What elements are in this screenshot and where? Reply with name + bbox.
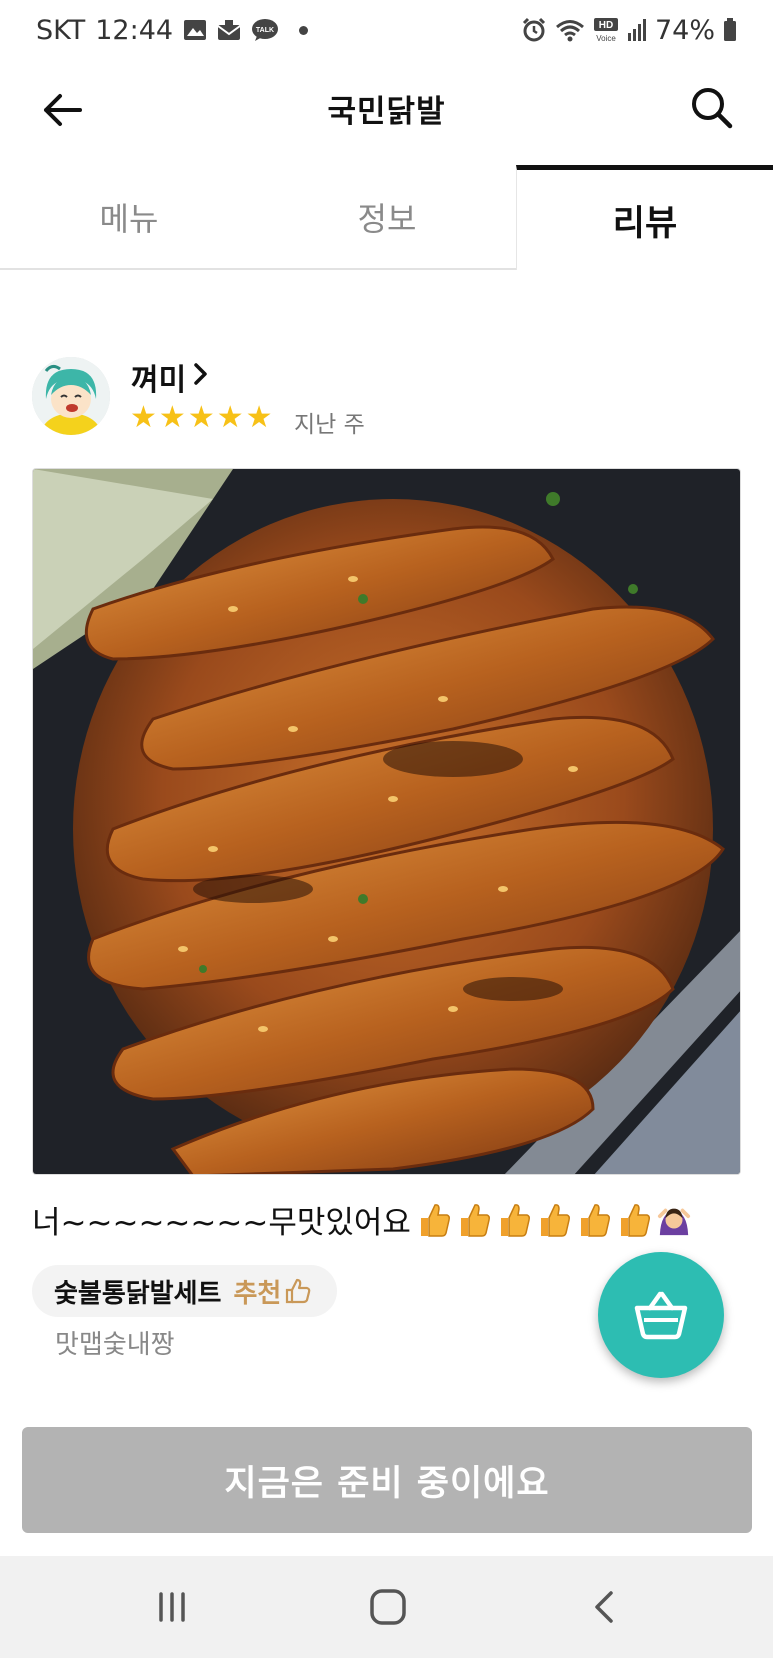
system-nav-bar [0, 1556, 773, 1658]
rating-stars: ★ ★ ★ ★ ★ [130, 403, 273, 433]
ordered-menu-chip[interactable]: 숯불통닭발세트 추천 [32, 1265, 338, 1317]
battery-icon [723, 18, 737, 42]
star-icon: ★ [187, 400, 215, 435]
alarm-icon [521, 17, 547, 43]
thumbs-up-icon [580, 1203, 610, 1237]
thumbs-up-icon [540, 1203, 570, 1237]
star-icon: ★ [216, 400, 244, 435]
chevron-right-icon [192, 360, 210, 395]
notification-dot [299, 25, 309, 35]
tab-bar: 메뉴 정보 리뷰 [0, 165, 773, 270]
wifi-icon [555, 18, 585, 42]
hd-voice-icon: HD Voice [593, 17, 619, 43]
chicken-feet-photo [33, 469, 740, 1174]
thumbs-up-icon [620, 1203, 650, 1237]
star-icon: ★ [245, 400, 273, 435]
battery-label: 74% [654, 14, 715, 46]
signal-icon [627, 18, 647, 42]
carrier-label: SKT [36, 14, 86, 46]
app-header: 국민닭발 [0, 62, 773, 158]
home-icon [370, 1589, 406, 1625]
search-icon [692, 88, 733, 129]
tab-review[interactable]: 리뷰 [516, 165, 773, 270]
review-date: 지난 주 [294, 412, 365, 438]
order-unavailable-button[interactable]: 지금은 준비 중이에요 [22, 1427, 752, 1533]
status-right: HD Voice 74% [521, 15, 737, 46]
recommend-label: 추천 [233, 1278, 282, 1309]
recommend-badge: 추천 [233, 1273, 311, 1310]
status-bar: SKT 12:44 TALK HD Voice 74% [0, 0, 773, 60]
thumbs-up-outline-icon [286, 1278, 311, 1304]
menu-chip-name: 숯불통닭발세트 [54, 1278, 222, 1309]
author-name-link[interactable]: 껴미 [131, 355, 210, 399]
recent-apps-button[interactable] [142, 1582, 202, 1632]
chevron-left-icon [595, 1591, 613, 1623]
basket-icon [634, 1291, 688, 1340]
person-gesture-emoji-icon [657, 1208, 690, 1235]
system-back-button[interactable] [574, 1582, 634, 1632]
avatar[interactable] [32, 357, 110, 435]
review-photo[interactable] [32, 468, 741, 1175]
author-name: 껴미 [131, 363, 187, 398]
menu-option-text: 맛맵숯내짱 [55, 1330, 175, 1360]
status-left: SKT 12:44 TALK [36, 14, 309, 46]
review-body: 너~~~~~~~~무맛있어요 [32, 1205, 411, 1241]
tab-info[interactable]: 정보 [258, 165, 516, 270]
thumbs-up-icon [420, 1203, 450, 1237]
emoji-row [417, 1202, 691, 1238]
star-icon: ★ [130, 400, 157, 435]
voice-text: Voice [596, 34, 616, 43]
hd-text: HD [599, 20, 613, 31]
cart-button[interactable] [598, 1252, 724, 1378]
image-icon [183, 19, 207, 41]
talk-text: TALK [256, 27, 274, 34]
search-button[interactable] [688, 84, 736, 132]
page-title: 국민닭발 [327, 94, 446, 130]
star-icon: ★ [158, 400, 186, 435]
mail-icon [217, 19, 241, 41]
talk-icon: TALK [251, 18, 279, 42]
clock: 12:44 [95, 14, 174, 46]
recent-apps-icon [159, 1592, 185, 1622]
thumbs-up-icon [460, 1203, 490, 1237]
home-button[interactable] [358, 1582, 418, 1632]
thumbs-up-icon [500, 1203, 530, 1237]
tab-menu[interactable]: 메뉴 [0, 165, 258, 270]
avatar-illustration [32, 357, 110, 435]
review-text: 너~~~~~~~~무맛있어요 [32, 1197, 691, 1242]
